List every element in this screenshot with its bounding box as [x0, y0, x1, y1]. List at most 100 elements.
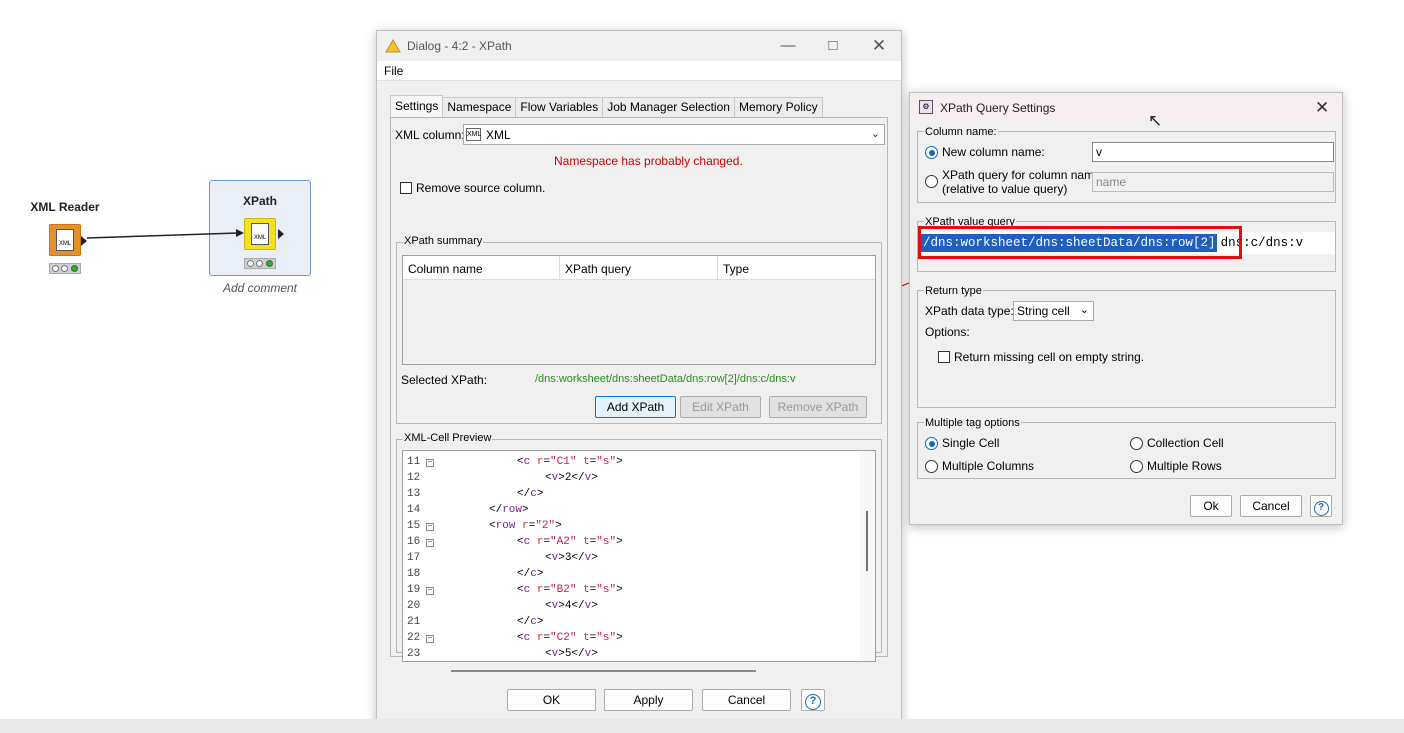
- ok-button[interactable]: OK: [507, 689, 596, 711]
- line-number: 19: [407, 584, 421, 596]
- code-text: <v>2</v>: [545, 472, 598, 484]
- xml-cell-preview-label: XML-Cell Preview: [403, 432, 493, 444]
- xpath-query-header[interactable]: XPath query: [560, 256, 718, 279]
- xml-cell-preview-group: XML-Cell Preview 11− <c r="C1" t="s"> 12 <v…: [396, 432, 882, 672]
- xpath-summary-table[interactable]: Column name XPath query Type: [402, 255, 876, 365]
- tab-memory-policy[interactable]: Memory Policy: [733, 97, 823, 117]
- code-line[interactable]: 13 </c>: [403, 487, 863, 503]
- settings-titlebar[interactable]: ⚙ XPath Query Settings ✕: [910, 93, 1342, 123]
- xpath-column-input[interactable]: name: [1092, 172, 1334, 192]
- selected-xpath-value: /dns:worksheet/dns:sheetData/dns:row[2]/…: [535, 373, 796, 385]
- multiple-columns-label: Multiple Columns: [942, 459, 1035, 473]
- vertical-scrollbar[interactable]: [860, 451, 875, 661]
- code-line[interactable]: 23 <v>5</v>: [403, 647, 863, 661]
- close-icon[interactable]: ✕: [868, 37, 890, 55]
- single-cell-radio[interactable]: [925, 437, 938, 450]
- multiple-columns-radio[interactable]: [925, 460, 938, 473]
- maximize-icon[interactable]: □: [822, 37, 844, 55]
- xpath-value-group: XPath value query /dns:worksheet/dns:she…: [917, 216, 1336, 272]
- horizontal-scroll-thumb[interactable]: [451, 670, 756, 672]
- fold-toggle-icon[interactable]: −: [426, 459, 434, 467]
- help-button[interactable]: ?: [801, 689, 825, 711]
- remove-source-checkbox[interactable]: [400, 182, 412, 194]
- settings-ok-button[interactable]: Ok: [1190, 495, 1232, 517]
- datatype-chevron-icon: ⌄: [1079, 304, 1089, 316]
- missing-cell-checkbox[interactable]: [938, 351, 950, 363]
- mouse-cursor-icon: ↖: [1148, 111, 1163, 130]
- menu-file[interactable]: File: [377, 61, 901, 81]
- code-line[interactable]: 12 <v>2</v>: [403, 471, 863, 487]
- code-line[interactable]: 20 <v>4</v>: [403, 599, 863, 615]
- line-number: 13: [407, 488, 421, 500]
- column-name-group: Column name: New column name: v XPath qu…: [917, 126, 1336, 203]
- return-type-group: Return type XPath data type: String cell…: [917, 285, 1336, 408]
- edit-xpath-button[interactable]: Edit XPath: [680, 396, 761, 418]
- tab-namespace[interactable]: Namespace: [442, 97, 517, 117]
- datatype-label: XPath data type:: [925, 304, 1014, 318]
- code-text: <row r="2">: [489, 520, 562, 532]
- code-line[interactable]: 18 </c>: [403, 567, 863, 583]
- line-number: 15: [407, 520, 421, 532]
- multiple-rows-radio[interactable]: [1130, 460, 1143, 473]
- fold-toggle-icon[interactable]: −: [426, 587, 434, 595]
- type-header[interactable]: Type: [718, 256, 875, 279]
- settings-cancel-button[interactable]: Cancel: [1240, 495, 1302, 517]
- tab-job-manager[interactable]: Job Manager Selection: [602, 97, 735, 117]
- line-number: 18: [407, 568, 421, 580]
- apply-button[interactable]: Apply: [604, 689, 693, 711]
- code-line[interactable]: 22− <c r="C2" t="s">: [403, 631, 863, 647]
- selected-xpath-label: Selected XPath:: [401, 373, 488, 387]
- code-text: </c>: [517, 616, 544, 628]
- remove-xpath-button[interactable]: Remove XPath: [769, 396, 867, 418]
- line-number: 17: [407, 552, 421, 564]
- tab-settings[interactable]: Settings: [390, 95, 444, 117]
- fold-toggle-icon[interactable]: −: [426, 635, 434, 643]
- xpath-column-label: XPath query for column name:: [942, 168, 1105, 182]
- minimize-icon[interactable]: —: [777, 37, 799, 55]
- options-label: Options:: [925, 325, 970, 339]
- missing-cell-label: Return missing cell on empty string.: [954, 350, 1145, 364]
- status-bar: [0, 719, 1404, 733]
- code-line[interactable]: 19− <c r="B2" t="s">: [403, 583, 863, 599]
- code-text: </c>: [517, 488, 544, 500]
- new-column-radio[interactable]: [925, 146, 938, 159]
- new-column-input[interactable]: v: [1092, 142, 1334, 162]
- code-text: <c r="A2" t="s">: [517, 536, 623, 548]
- code-line[interactable]: 21 </c>: [403, 615, 863, 631]
- tab-flow-variables[interactable]: Flow Variables: [515, 97, 604, 117]
- multiple-tag-group: Multiple tag options Single Cell Collect…: [917, 417, 1336, 479]
- code-text: <v>4</v>: [545, 600, 598, 612]
- settings-title: XPath Query Settings: [940, 101, 1056, 115]
- xml-column-select[interactable]: XML XML ⌄: [463, 124, 885, 145]
- line-number: 14: [407, 504, 421, 516]
- column-name-header[interactable]: Column name: [403, 256, 560, 279]
- cancel-button[interactable]: Cancel: [702, 689, 791, 711]
- settings-close-icon[interactable]: ✕: [1315, 98, 1329, 118]
- code-line[interactable]: 11− <c r="C1" t="s">: [403, 455, 863, 471]
- xpath-column-radio[interactable]: [925, 175, 938, 188]
- fold-toggle-icon[interactable]: −: [426, 539, 434, 547]
- code-text: <v>5</v>: [545, 648, 598, 660]
- add-xpath-button[interactable]: Add XPath: [595, 396, 676, 418]
- settings-help-button[interactable]: ?: [1310, 495, 1332, 517]
- xpath-summary-label: XPath summary: [403, 235, 484, 247]
- datatype-select[interactable]: String cell ⌄: [1013, 301, 1094, 321]
- remove-source-label: Remove source column.: [416, 181, 546, 195]
- line-number: 12: [407, 472, 421, 484]
- multiple-tag-label: Multiple tag options: [924, 417, 1021, 429]
- code-text: </c>: [517, 568, 544, 580]
- xml-code-view[interactable]: 11− <c r="C1" t="s"> 12 <v>2</v> 13 </c> 14 </r…: [402, 450, 876, 662]
- vertical-scroll-thumb[interactable]: [866, 511, 868, 571]
- xpath-summary-group: XPath summary Column name XPath query Ty…: [396, 235, 882, 424]
- code-line[interactable]: 17 <v>3</v>: [403, 551, 863, 567]
- line-number: 11: [407, 456, 421, 468]
- code-text: <v>3</v>: [545, 552, 598, 564]
- code-line[interactable]: 15− <row r="2">: [403, 519, 863, 535]
- code-line[interactable]: 14 </row>: [403, 503, 863, 519]
- xml-type-icon: XML: [466, 128, 481, 141]
- collection-cell-radio[interactable]: [1130, 437, 1143, 450]
- fold-toggle-icon[interactable]: −: [426, 523, 434, 531]
- xml-column-label: XML column:: [395, 128, 465, 142]
- code-line[interactable]: 16− <c r="A2" t="s">: [403, 535, 863, 551]
- app-icon: ⚙: [919, 100, 933, 114]
